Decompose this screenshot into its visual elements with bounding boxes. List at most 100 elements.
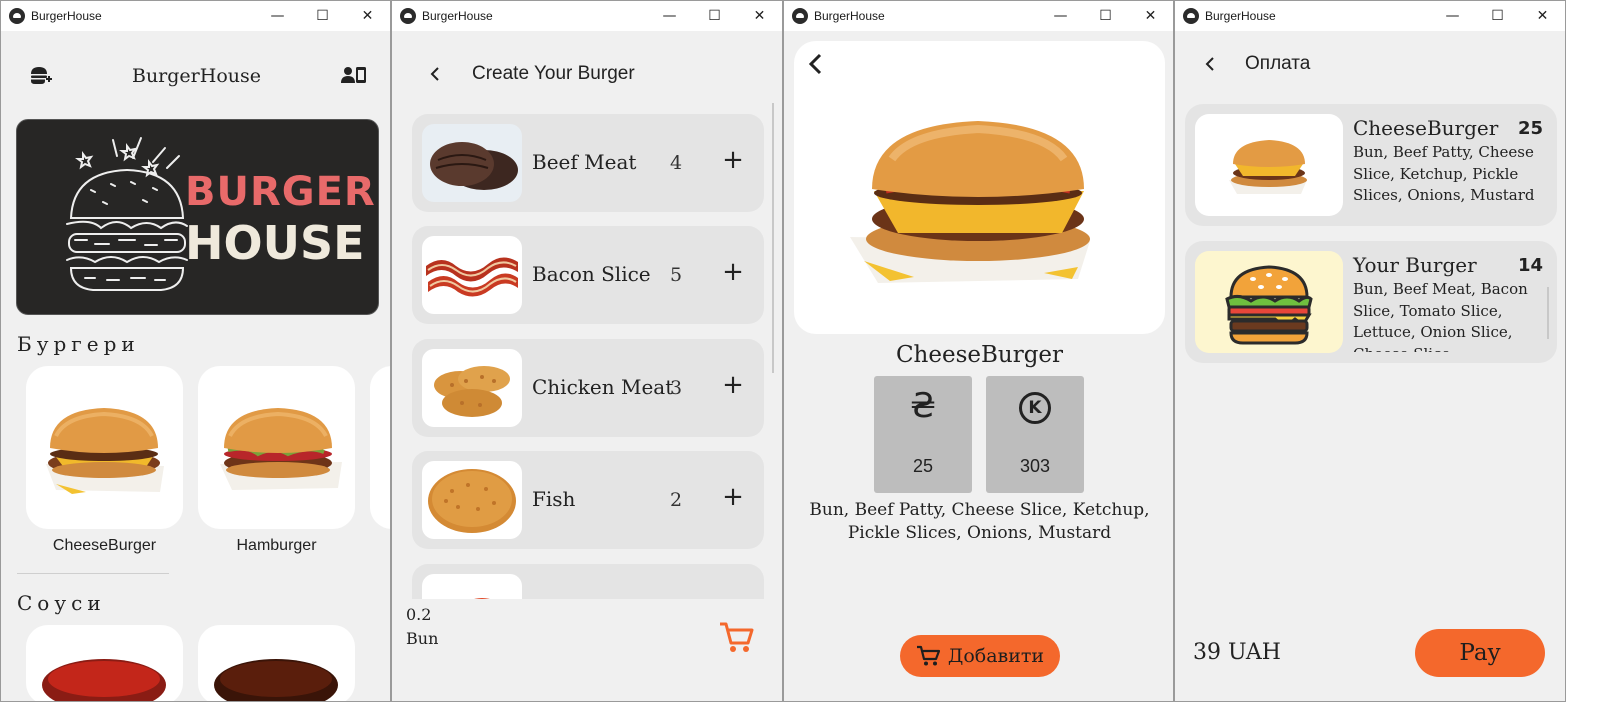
scrollbar-track[interactable] [772, 103, 774, 373]
ingredient-thumbnail [422, 236, 522, 314]
ingredient-name: Beef Meat [532, 150, 637, 174]
footer-item: Bun [406, 629, 439, 648]
window-title: BurgerHouse [31, 9, 102, 23]
add-to-cart-button[interactable]: Добавити [900, 635, 1060, 677]
section-sauces-heading: Соуси [17, 591, 106, 615]
titlebar: BurgerHouse — ☐ ✕ [784, 1, 1173, 31]
maximize-button[interactable]: ☐ [692, 1, 737, 31]
pay-button[interactable]: Pay [1415, 629, 1545, 677]
profile-icon[interactable] [341, 65, 367, 85]
ingredient-row: Beef Meat 4 + [412, 114, 764, 212]
order-item-thumbnail [1195, 251, 1343, 353]
add-ingredient-button[interactable]: + [718, 142, 748, 178]
cart-icon[interactable] [718, 621, 754, 655]
order-item-qty: 25 [1517, 118, 1543, 139]
add-ingredient-button[interactable]: + [718, 254, 748, 290]
burger-card-hamburger[interactable] [198, 366, 355, 529]
titlebar: BurgerHouse — ☐ ✕ [1175, 1, 1565, 31]
close-button[interactable]: ✕ [1520, 1, 1565, 31]
minimize-button[interactable]: — [647, 1, 692, 31]
close-button[interactable]: ✕ [1128, 1, 1173, 31]
cheeseburger-image [46, 408, 164, 494]
maximize-button[interactable]: ☐ [300, 1, 345, 31]
builder-footer: 0.2 Bun [392, 599, 782, 701]
product-image-card [794, 41, 1165, 334]
order-item-name: CheeseBurger [1353, 116, 1499, 140]
price-uah-value: 25 [912, 456, 934, 476]
app-logo-icon [400, 8, 416, 24]
back-arrow-icon[interactable] [806, 53, 826, 75]
back-arrow-icon[interactable] [428, 66, 442, 82]
close-button[interactable]: ✕ [345, 1, 390, 31]
burger-card-label: CheeseBurger [52, 537, 157, 554]
promo-banner[interactable]: BURGER HOUSE [16, 119, 379, 315]
section-burgers-heading: Бургери [17, 332, 140, 356]
product-name: CheeseBurger [895, 342, 1064, 368]
add-to-cart-label: Добавити [947, 645, 1045, 667]
ingredient-thumbnail [422, 461, 522, 539]
burger-sketch-image [66, 137, 188, 291]
order-item-desc: Bun, Beef Meat, Bacon Slice, Tomato Slic… [1353, 280, 1528, 352]
maximize-button[interactable]: ☐ [1475, 1, 1520, 31]
sauce-card[interactable] [26, 625, 183, 701]
ingredient-count: 3 [670, 377, 683, 399]
product-description: Bun, Beef Patty, Cheese Slice, Ketchup, … [809, 500, 1150, 543]
page-title: Оплата [1245, 53, 1311, 74]
beef-patty-image [430, 142, 518, 190]
order-item-desc: Bun, Beef Patty, Cheese Slice, Ketchup, … [1353, 143, 1535, 204]
maximize-button[interactable]: ☐ [1083, 1, 1128, 31]
ingredient-count: 2 [670, 489, 683, 511]
banner-word-burger: BURGER [185, 169, 376, 215]
ingredient-count: 4 [670, 152, 683, 174]
banner-word-house: HOUSE [185, 216, 365, 270]
ingredient-thumbnail [422, 349, 522, 427]
window-builder: BurgerHouse — ☐ ✕ Create Your Burger Bee… [391, 0, 783, 702]
ingredient-row: Chicken Meat 3 + [412, 339, 764, 437]
window-title: BurgerHouse [814, 9, 885, 23]
burger-card-label: Hamburger [236, 537, 317, 554]
cheeseburger-image [1229, 140, 1307, 194]
order-total: 39 UAH [1193, 640, 1281, 665]
ingredient-thumbnail [422, 124, 522, 202]
app-logo-icon [1183, 8, 1199, 24]
window-product: BurgerHouse — ☐ ✕ CheeseBurger ₴ 25 K 30… [783, 0, 1174, 702]
minimize-button[interactable]: — [1038, 1, 1083, 31]
titlebar: BurgerHouse — ☐ ✕ [1, 1, 390, 31]
ingredient-row: Fish 2 + [412, 451, 764, 549]
app-logo-icon [792, 8, 808, 24]
app-title: BurgerHouse [131, 65, 261, 87]
app-logo-icon [9, 8, 25, 24]
close-button[interactable]: ✕ [737, 1, 782, 31]
price-points-value: 303 [1019, 456, 1051, 476]
add-ingredient-button[interactable]: + [718, 479, 748, 515]
hryvnia-icon: ₴ [909, 386, 937, 426]
section-divider [17, 573, 169, 574]
back-arrow-icon[interactable] [1203, 56, 1217, 72]
page-title: Create Your Burger [472, 63, 635, 84]
burger-card-partial[interactable] [370, 366, 390, 529]
ketchup-sauce-image [42, 659, 166, 701]
minimize-button[interactable]: — [255, 1, 300, 31]
chicken-patty-image [434, 366, 510, 417]
window-title: BurgerHouse [422, 9, 493, 23]
minimize-button[interactable]: — [1430, 1, 1475, 31]
price-uah-box: ₴ 25 [874, 376, 972, 493]
add-ingredient-button[interactable]: + [718, 367, 748, 403]
ingredient-row: Bacon Slice 5 + [412, 226, 764, 324]
ingredient-name: Bacon Slice [532, 262, 651, 286]
ingredient-count: 5 [670, 264, 683, 286]
sauce-card[interactable] [198, 625, 355, 701]
titlebar: BurgerHouse — ☐ ✕ [392, 1, 782, 31]
scrollbar-track[interactable] [1547, 287, 1549, 339]
window-checkout: BurgerHouse — ☐ ✕ Оплата CheeseBurger 25… [1174, 0, 1566, 702]
order-item-thumbnail [1195, 114, 1343, 216]
burger-card-cheeseburger[interactable] [26, 366, 183, 529]
burger-illustration-icon [1225, 265, 1313, 345]
bacon-image [426, 257, 518, 297]
order-item-name: Your Burger [1353, 253, 1477, 277]
order-item: Your Burger 14 Bun, Beef Meat, Bacon Sli… [1185, 241, 1557, 363]
window-title: BurgerHouse [1205, 9, 1276, 23]
window-home: BurgerHouse — ☐ ✕ BurgerHouse BURGER HOU… [0, 0, 391, 702]
order-item-qty: 14 [1517, 255, 1543, 276]
fish-patty-image [428, 469, 516, 533]
